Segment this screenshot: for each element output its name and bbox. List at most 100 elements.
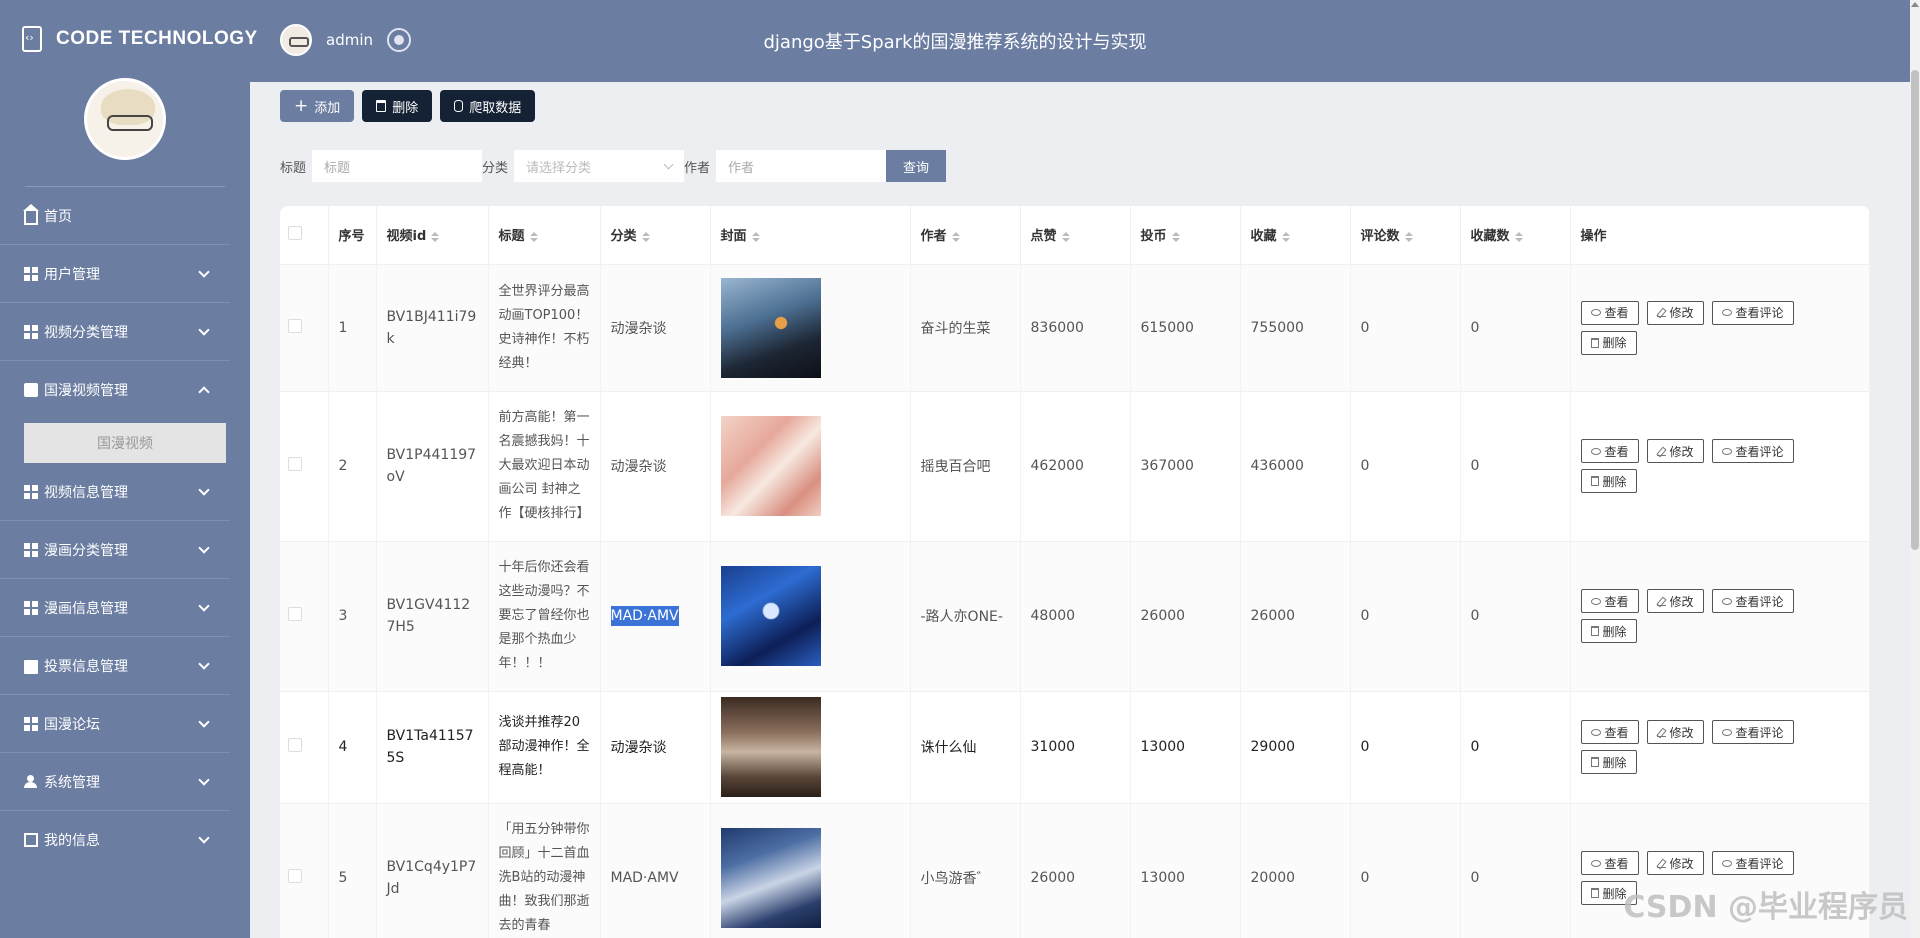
add-button[interactable]: + 添加 [280,90,355,122]
sidebar-item-user-management[interactable]: 用户管理 [0,245,230,303]
sidebar-item-label: 视频信息管理 [44,484,128,501]
view-comments-button[interactable]: 查看评论 [1711,720,1794,744]
edit-button[interactable]: 修改 [1646,589,1704,613]
sidebar-item-home[interactable]: 首页 [0,187,230,245]
row-select-cell[interactable] [280,690,329,803]
row-checkbox[interactable] [288,318,302,333]
delete-label: 删除 [1602,755,1627,770]
sidebar-item-comic-info[interactable]: 漫画信息管理 [0,579,230,637]
sidebar-item-video-category[interactable]: 视频分类管理 [0,303,230,361]
sort-icon[interactable] [431,231,440,242]
view-comments-label: 查看评论 [1735,444,1784,459]
delete-row-button[interactable]: 删除 [1580,750,1637,774]
edit-button[interactable]: 修改 [1646,439,1704,463]
view-comments-button[interactable]: 查看评论 [1711,300,1794,325]
edit-button[interactable]: 修改 [1646,851,1704,876]
row-checkbox[interactable] [288,457,302,471]
sidebar-item-vote-info[interactable]: 投票信息管理 [0,637,230,695]
view-label: 查看 [1604,444,1629,459]
column-header[interactable]: 作者 [910,206,1021,264]
row-checkbox[interactable] [288,869,302,884]
column-header[interactable]: 分类 [600,206,711,264]
sort-icon[interactable] [951,231,960,242]
view-comments-button[interactable]: 查看评论 [1711,851,1794,876]
sort-icon[interactable] [1061,231,1070,242]
chevron-up-icon [198,386,210,398]
sort-icon[interactable] [641,231,650,242]
row-select-cell[interactable] [280,390,329,541]
view-button[interactable]: 查看 [1580,300,1639,325]
view-button[interactable]: 查看 [1580,720,1639,744]
sort-icon[interactable] [529,231,538,242]
delete-button[interactable]: 删除 [362,90,433,122]
sidebar-avatar [84,78,166,160]
sort-icon[interactable] [1514,231,1523,242]
table-row: 1 BV1BJ411i79k 全世界评分最高动画TOP100！史诗神作！不朽经典… [280,263,1870,391]
sidebar-item-comic-category[interactable]: 漫画分类管理 [0,521,230,579]
row-checkbox[interactable] [288,738,302,752]
column-header[interactable]: 视频id [376,206,489,264]
edit-button[interactable]: 修改 [1646,300,1704,325]
edit-label: 修改 [1669,856,1694,871]
eye-icon [1590,597,1601,605]
edit-icon [1656,728,1666,737]
sidebar-item-system[interactable]: 系统管理 [0,753,230,811]
cell-cover [710,390,911,541]
column-header[interactable]: 收藏 [1240,206,1351,264]
sidebar-item-video-info[interactable]: 视频信息管理 [0,463,230,521]
crawl-data-button[interactable]: 爬取数据 [440,90,536,122]
select-all-cell[interactable] [280,206,329,264]
page-scrollbar[interactable] [1910,0,1920,938]
scrollbar-thumb[interactable] [1911,70,1919,550]
view-label: 查看 [1604,594,1629,609]
author-input[interactable]: 作者 [716,150,887,182]
title-input[interactable]: 标题 [312,150,483,182]
sidebar-item-anime-video[interactable]: 国漫视频管理 [0,361,230,419]
column-header[interactable]: 封面 [710,206,911,264]
cell-collects: 0 [1460,263,1571,391]
submenu-item-anime-video[interactable]: 国漫视频 [24,423,226,463]
column-header[interactable]: 收藏数 [1460,206,1571,264]
eye-icon [1721,597,1732,605]
column-header[interactable]: 评论数 [1350,206,1461,264]
view-button[interactable]: 查看 [1580,851,1639,876]
sort-icon[interactable] [1171,231,1180,242]
row-select-cell[interactable] [280,263,329,391]
table-row: 3 BV1GV41127H5 十年后你还会看这些动漫吗？不要忘了曾经你也是那个热… [280,540,1870,691]
grid-icon [24,716,38,731]
grid-icon [24,600,38,615]
chat-icon [24,383,38,397]
delete-row-button[interactable]: 删除 [1580,330,1637,355]
row-checkbox[interactable] [288,607,302,621]
view-button[interactable]: 查看 [1580,589,1639,613]
view-button[interactable]: 查看 [1580,439,1639,463]
grid-icon [24,324,38,339]
column-header[interactable]: 点赞 [1020,206,1131,264]
column-header[interactable]: 投币 [1130,206,1241,264]
cell-collects: 0 [1460,690,1571,803]
sidebar-item-forum[interactable]: 国漫论坛 [0,695,230,753]
chevron-down-icon [198,832,210,844]
selected-text: MAD·AMV [610,606,679,626]
sort-icon[interactable] [1281,231,1290,242]
author-filter-label: 作者 [684,160,711,176]
sidebar-item-my-info[interactable]: 我的信息 [0,811,230,869]
delete-row-button[interactable]: 删除 [1580,469,1637,493]
delete-row-button[interactable]: 删除 [1580,619,1637,643]
category-select[interactable]: 请选择分类 [514,150,685,182]
view-comments-button[interactable]: 查看评论 [1711,439,1794,463]
query-button[interactable]: 查询 [886,150,947,182]
edit-button[interactable]: 修改 [1646,720,1704,744]
row-select-cell[interactable] [280,540,329,691]
cell-category: 动漫杂谈 [600,390,711,541]
view-comments-button[interactable]: 查看评论 [1711,589,1794,613]
sort-icon[interactable] [751,231,760,242]
row-select-cell[interactable] [280,802,329,938]
cell-comments: 0 [1350,802,1461,938]
cell-author: -路人亦ONE- [910,540,1021,691]
scroll-up-icon[interactable] [1911,2,1919,7]
sort-icon[interactable] [1404,231,1413,242]
column-label: 投币 [1140,229,1167,245]
select-all-checkbox[interactable] [288,225,302,240]
column-header[interactable]: 标题 [488,206,601,264]
